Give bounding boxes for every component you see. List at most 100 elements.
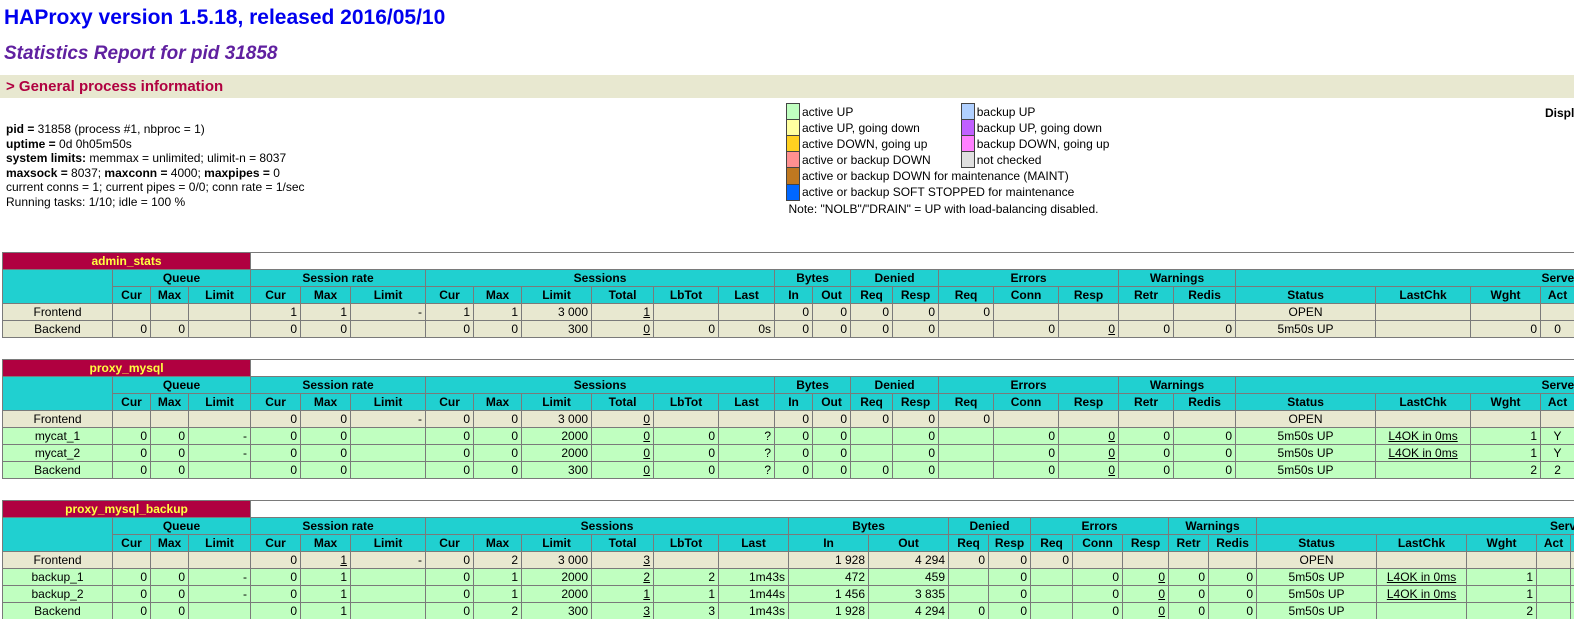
legend-swatch-active-up-going-down bbox=[787, 120, 800, 136]
cell: 1m43s bbox=[719, 569, 789, 586]
cell: 0 bbox=[893, 304, 939, 321]
cell: 0 bbox=[426, 462, 474, 479]
row-name: Frontend bbox=[3, 411, 113, 428]
cell: L4OK in 0ms bbox=[1376, 445, 1471, 462]
col-req: Req bbox=[1031, 535, 1073, 552]
legend-label: active DOWN, going up bbox=[800, 136, 962, 152]
table-row-frontend: Frontend01-023 00031 9284 294000OPEN bbox=[3, 552, 1574, 569]
cell bbox=[189, 552, 251, 569]
col-group-errors: Errors bbox=[939, 377, 1119, 394]
cell: 0 bbox=[1209, 569, 1257, 586]
col-in: In bbox=[775, 394, 813, 411]
col-req: Req bbox=[851, 394, 893, 411]
cell: 0 bbox=[1059, 428, 1119, 445]
cell: 0 bbox=[426, 569, 474, 586]
cell: 5m50s UP bbox=[1257, 586, 1377, 603]
cell: 0 bbox=[775, 411, 813, 428]
cell: L4OK in 0ms bbox=[1376, 428, 1471, 445]
cell: 0 bbox=[474, 462, 522, 479]
cell: 0 bbox=[251, 552, 301, 569]
cell: 0 bbox=[1209, 603, 1257, 619]
cell: 0 bbox=[775, 445, 813, 462]
cell: 0 bbox=[151, 586, 189, 603]
cell: 1 bbox=[301, 603, 351, 619]
cell: 0 bbox=[813, 304, 851, 321]
status-legend: active UPbackup UPactive UP, going downb… bbox=[786, 103, 1111, 217]
col-limit: Limit bbox=[351, 394, 426, 411]
cell: 0 bbox=[301, 462, 351, 479]
cell: 300 bbox=[522, 321, 592, 338]
cell: 1 bbox=[474, 304, 522, 321]
col-group-session-rate: Session rate bbox=[251, 270, 426, 287]
haproxy-version-link[interactable]: HAProxy version 1.5.18, released 2016/05… bbox=[4, 6, 445, 29]
cell: 1 bbox=[1467, 569, 1537, 586]
proxy-name-link[interactable]: proxy_mysql_backup bbox=[3, 501, 251, 518]
col-max: Max bbox=[151, 535, 189, 552]
proxy-name-spacer bbox=[251, 501, 1574, 518]
cell: 0 bbox=[251, 586, 301, 603]
cell: 0 bbox=[775, 428, 813, 445]
cell: 0 bbox=[301, 445, 351, 462]
cell bbox=[151, 552, 189, 569]
cell: 3 835 bbox=[869, 586, 949, 603]
cell: 0 bbox=[592, 462, 654, 479]
cell: 0 bbox=[813, 428, 851, 445]
display-option-label: Display option: bbox=[1545, 106, 1574, 120]
col-max: Max bbox=[151, 287, 189, 304]
cell: 0 bbox=[592, 428, 654, 445]
legend-note: Note: "NOLB"/"DRAIN" = UP with load-bala… bbox=[787, 200, 1112, 217]
cell: 0 bbox=[851, 321, 893, 338]
cell: 0 bbox=[893, 445, 939, 462]
row-name: backup_1 bbox=[3, 569, 113, 586]
cell bbox=[189, 321, 251, 338]
cell: 0 bbox=[151, 569, 189, 586]
proxy-name-link[interactable]: admin_stats bbox=[3, 253, 251, 270]
cell bbox=[939, 321, 994, 338]
legend-table: active UPbackup UPactive UP, going downb… bbox=[786, 103, 1111, 217]
legend-label: backup UP, going down bbox=[974, 120, 1111, 136]
cell: 5m50s UP bbox=[1236, 445, 1376, 462]
col-group-sessions: Sessions bbox=[426, 270, 775, 287]
col-act: Act bbox=[1541, 287, 1574, 304]
cell bbox=[1119, 304, 1174, 321]
cell: 1 bbox=[1467, 586, 1537, 603]
cell: 1 bbox=[1471, 428, 1541, 445]
page-title: HAProxy version 1.5.18, released 2016/05… bbox=[4, 6, 1574, 30]
col-limit: Limit bbox=[351, 287, 426, 304]
col-cur: Cur bbox=[251, 287, 301, 304]
legend-swatch-active-or-backup-soft-stopped-for-maintenance bbox=[787, 184, 800, 200]
legend-label: backup DOWN, going up bbox=[974, 136, 1111, 152]
col-group-queue: Queue bbox=[113, 377, 251, 394]
col-group-bytes: Bytes bbox=[775, 377, 851, 394]
cell: 0 bbox=[113, 586, 151, 603]
legend-swatch-backup-down-going-up bbox=[961, 136, 974, 152]
process-info: pid = 31858 (process #1, nbproc = 1)upti… bbox=[6, 122, 305, 209]
cell: 1m44s bbox=[719, 586, 789, 603]
cell: 0 bbox=[893, 411, 939, 428]
cell: 0 bbox=[474, 411, 522, 428]
cell: 5m50s UP bbox=[1236, 321, 1376, 338]
cell bbox=[351, 569, 426, 586]
cell bbox=[939, 428, 994, 445]
cell: 0 bbox=[989, 569, 1031, 586]
cell: 0 bbox=[1123, 569, 1169, 586]
col-req: Req bbox=[939, 287, 994, 304]
cell: 1 bbox=[654, 586, 719, 603]
cell: ? bbox=[719, 462, 775, 479]
row-name: Backend bbox=[3, 321, 113, 338]
cell: 0 bbox=[775, 304, 813, 321]
cell: 1 456 bbox=[789, 586, 869, 603]
cell: 0 bbox=[113, 445, 151, 462]
cell bbox=[719, 411, 775, 428]
proxy-name-link[interactable]: proxy_mysql bbox=[3, 360, 251, 377]
col-group-blank bbox=[3, 377, 113, 411]
col-cur: Cur bbox=[113, 287, 151, 304]
cell: 3 bbox=[654, 603, 719, 619]
cell: 0 bbox=[1541, 321, 1574, 338]
cell: 3 000 bbox=[522, 304, 592, 321]
col-group-queue: Queue bbox=[113, 518, 251, 535]
cell bbox=[1541, 304, 1574, 321]
legend-swatch-active-down-going-up bbox=[787, 136, 800, 152]
table-row-mycat-1: mycat_100-0000200000?00000005m50s UPL4OK… bbox=[3, 428, 1574, 445]
cell: 0 bbox=[151, 428, 189, 445]
